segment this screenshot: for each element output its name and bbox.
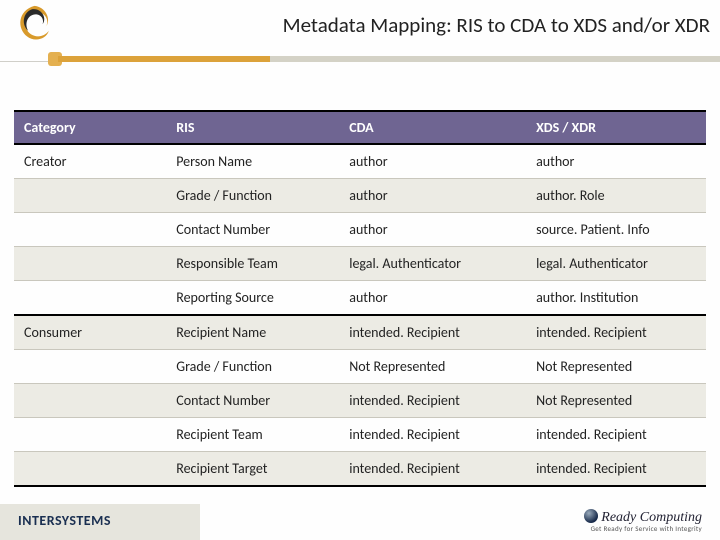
slide-footer: INTERSYSTEMS Ready Computing Get Ready f… bbox=[0, 504, 720, 540]
mapping-table: Category RIS CDA XDS / XDR CreatorPerson… bbox=[14, 110, 706, 487]
cell-xds: Not Represented bbox=[526, 350, 706, 384]
mapping-table-container: Category RIS CDA XDS / XDR CreatorPerson… bbox=[14, 110, 706, 487]
cell-xds: author. Role bbox=[526, 179, 706, 213]
cell-cda: intended. Recipient bbox=[339, 315, 526, 350]
table-row: Grade / Functionauthorauthor. Role bbox=[14, 179, 706, 213]
col-ris: RIS bbox=[166, 111, 339, 144]
cell-ris: Reporting Source bbox=[166, 281, 339, 316]
cell-xds: legal. Authenticator bbox=[526, 247, 706, 281]
cell-cda: Not Represented bbox=[339, 350, 526, 384]
cell-xds: Not Represented bbox=[526, 384, 706, 418]
cell-ris: Recipient Team bbox=[166, 418, 339, 452]
cell-ris: Grade / Function bbox=[166, 350, 339, 384]
col-cda: CDA bbox=[339, 111, 526, 144]
cell-cda: legal. Authenticator bbox=[339, 247, 526, 281]
cell-xds: intended. Recipient bbox=[526, 418, 706, 452]
table-row: ConsumerRecipient Nameintended. Recipien… bbox=[14, 315, 706, 350]
cell-cda: author bbox=[339, 144, 526, 179]
ready-computing-logo: Ready Computing Get Ready for Service wi… bbox=[584, 509, 702, 532]
cell-ris: Recipient Name bbox=[166, 315, 339, 350]
globe-icon bbox=[584, 509, 598, 523]
slide-header: Metadata Mapping: RIS to CDA to XDS and/… bbox=[0, 0, 720, 62]
cell-xds: source. Patient. Info bbox=[526, 213, 706, 247]
cell-ris: Contact Number bbox=[166, 384, 339, 418]
cell-ris: Recipient Target bbox=[166, 452, 339, 487]
table-row: CreatorPerson Nameauthorauthor bbox=[14, 144, 706, 179]
cell-ris: Contact Number bbox=[166, 213, 339, 247]
table-row: Recipient Targetintended. Recipientinten… bbox=[14, 452, 706, 487]
cell-category bbox=[14, 281, 166, 316]
table-header-row: Category RIS CDA XDS / XDR bbox=[14, 111, 706, 144]
cell-xds: intended. Recipient bbox=[526, 452, 706, 487]
table-row: Contact Numberintended. Recipient Not Re… bbox=[14, 384, 706, 418]
cell-category bbox=[14, 384, 166, 418]
cell-category: Creator bbox=[14, 144, 166, 179]
cell-category bbox=[14, 179, 166, 213]
cell-cda: intended. Recipient bbox=[339, 384, 526, 418]
table-row: Reporting Sourceauthorauthor. Institutio… bbox=[14, 281, 706, 316]
slide-title: Metadata Mapping: RIS to CDA to XDS and/… bbox=[283, 12, 710, 38]
intersystems-logo-text: INTERSYSTEMS bbox=[18, 512, 111, 529]
table-row: Grade / Function Not Represented Not Rep… bbox=[14, 350, 706, 384]
cell-xds: intended. Recipient bbox=[526, 315, 706, 350]
col-xds: XDS / XDR bbox=[526, 111, 706, 144]
cell-category bbox=[14, 213, 166, 247]
cell-category: Consumer bbox=[14, 315, 166, 350]
swirl-logo-icon bbox=[8, 2, 56, 50]
cell-cda: intended. Recipient bbox=[339, 452, 526, 487]
cell-cda: author bbox=[339, 179, 526, 213]
cell-cda: author bbox=[339, 213, 526, 247]
table-row: Recipient Teamintended. Recipientintende… bbox=[14, 418, 706, 452]
accent-bar bbox=[0, 56, 720, 62]
col-category: Category bbox=[14, 111, 166, 144]
cell-cda: author bbox=[339, 281, 526, 316]
table-row: Contact Numberauthorsource. Patient. Inf… bbox=[14, 213, 706, 247]
cell-category bbox=[14, 350, 166, 384]
ready-computing-tagline: Get Ready for Service with Integrity bbox=[584, 525, 702, 532]
cell-ris: Responsible Team bbox=[166, 247, 339, 281]
cell-xds: author. Institution bbox=[526, 281, 706, 316]
ready-computing-main: Ready Computing bbox=[584, 509, 702, 525]
cell-category bbox=[14, 418, 166, 452]
cell-cda: intended. Recipient bbox=[339, 418, 526, 452]
cell-xds: author bbox=[526, 144, 706, 179]
cell-category bbox=[14, 452, 166, 487]
table-row: Responsible Teamlegal. Authenticatorlega… bbox=[14, 247, 706, 281]
cell-ris: Person Name bbox=[166, 144, 339, 179]
cell-category bbox=[14, 247, 166, 281]
cell-ris: Grade / Function bbox=[166, 179, 339, 213]
